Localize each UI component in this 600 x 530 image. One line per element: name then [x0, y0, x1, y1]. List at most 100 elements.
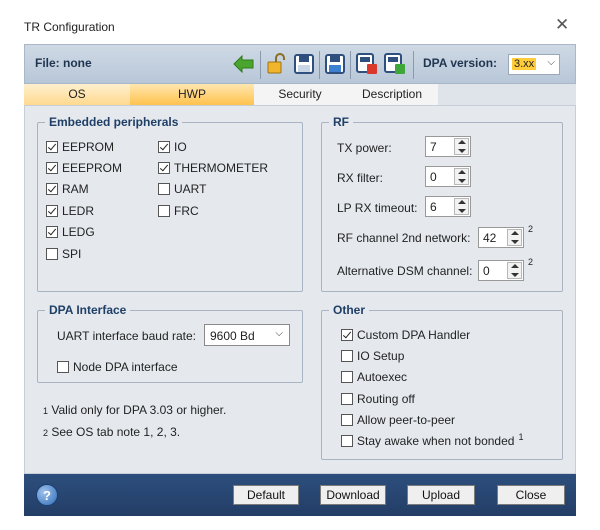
- checkbox-ram[interactable]: RAM: [46, 182, 89, 196]
- toolbar-separator: [319, 51, 320, 79]
- checkbox-box: [46, 205, 58, 217]
- checkbox-label: Autoexec: [357, 370, 408, 384]
- group-title: RF: [329, 115, 353, 129]
- checkbox-ledg[interactable]: LEDG: [46, 225, 95, 239]
- tab-strip: OS HWP Security Description: [24, 84, 576, 105]
- tx-power-spinner[interactable]: 7: [425, 136, 471, 157]
- footnote-1: 1 Valid only for DPA 3.03 or higher.: [43, 403, 226, 417]
- help-icon[interactable]: ?: [36, 484, 58, 506]
- checkbox-label: FRC: [174, 204, 199, 218]
- checkbox-eeeprom[interactable]: EEEPROM: [46, 161, 122, 175]
- checkbox-box: [57, 361, 69, 373]
- footnote-marker: 2: [528, 224, 534, 234]
- alt-dsm-spinner[interactable]: 0: [478, 260, 524, 281]
- lp-rx-timeout-spinner[interactable]: 6: [425, 196, 471, 217]
- close-icon[interactable]: ✕: [555, 16, 569, 33]
- checkbox-label: SPI: [62, 247, 82, 261]
- checkbox-uart[interactable]: UART: [158, 182, 206, 196]
- default-button[interactable]: Default: [233, 485, 299, 505]
- group-title: DPA Interface: [45, 303, 131, 317]
- checkbox-box: [46, 248, 58, 260]
- download-button[interactable]: Download: [320, 485, 386, 505]
- footnote-text: Valid only for DPA 3.03 or higher.: [51, 403, 227, 417]
- spinner-arrows[interactable]: [507, 229, 522, 246]
- checkbox-label: RAM: [62, 182, 89, 196]
- rf-group: RF TX power: 7 RX filter: 0 LP RX timeou…: [321, 115, 563, 292]
- spinner-arrows[interactable]: [507, 262, 522, 279]
- tab-description[interactable]: Description: [346, 84, 438, 105]
- tab-os[interactable]: OS: [24, 84, 130, 105]
- spinner-value: 6: [430, 200, 437, 214]
- group-title: Other: [329, 303, 370, 317]
- lp-rx-timeout-label: LP RX timeout:: [337, 201, 418, 215]
- select-value: 9600 Bd: [210, 329, 255, 343]
- unlock-icon[interactable]: [263, 51, 289, 77]
- checkbox-label: UART: [174, 182, 207, 196]
- dpa-version-value: 3.xx: [512, 58, 537, 70]
- checkbox-box: [46, 183, 58, 195]
- tab-hwp[interactable]: HWP: [130, 84, 254, 105]
- checkbox-label: LEDR: [62, 204, 95, 218]
- spinner-arrows[interactable]: [454, 198, 469, 215]
- checkbox-label: Stay awake when not bonded: [357, 434, 515, 448]
- tx-power-label: TX power:: [337, 141, 392, 155]
- rx-filter-label: RX filter:: [337, 171, 384, 185]
- chevron-down-icon: ⌵: [547, 57, 555, 68]
- checkbox-box: [341, 350, 353, 362]
- toolbar-separator: [260, 51, 261, 79]
- checkbox-label: Node DPA interface: [73, 360, 178, 374]
- rf-channel-2nd-spinner[interactable]: 42: [478, 227, 524, 248]
- tab-security[interactable]: Security: [254, 84, 346, 105]
- checkbox-box: [158, 205, 170, 217]
- checkbox-label: IO Setup: [357, 349, 405, 363]
- checkbox-allow-peer-to-peer[interactable]: Allow peer-to-peer: [341, 413, 455, 427]
- checkbox-box: [341, 329, 353, 341]
- checkbox-thermometer[interactable]: THERMOMETER: [158, 161, 268, 175]
- alt-dsm-label: Alternative DSM channel:: [337, 264, 473, 278]
- rx-filter-spinner[interactable]: 0: [425, 166, 471, 187]
- spinner-value: 7: [430, 140, 437, 154]
- checkbox-io[interactable]: IO: [158, 140, 187, 154]
- spinner-arrows[interactable]: [454, 168, 469, 185]
- spinner-arrows[interactable]: [454, 138, 469, 155]
- upload-green-icon[interactable]: [382, 51, 408, 77]
- checkbox-box: [158, 162, 170, 174]
- checkbox-custom-dpa-handler[interactable]: Custom DPA Handler: [341, 328, 470, 342]
- footnote-marker: 2: [528, 257, 534, 267]
- group-title: Embedded peripherals: [45, 115, 183, 129]
- rf-channel-2nd-label: RF channel 2nd network:: [337, 231, 471, 245]
- dpa-interface-group: DPA Interface UART interface baud rate: …: [37, 303, 303, 383]
- baud-rate-label: UART interface baud rate:: [57, 329, 196, 343]
- checkbox-label: LEDG: [62, 225, 95, 239]
- dpa-version-select[interactable]: 3.xx ⌵: [508, 54, 560, 75]
- checkbox-eeprom[interactable]: EEPROM: [46, 140, 114, 154]
- close-button[interactable]: Close: [497, 485, 565, 505]
- baud-rate-select[interactable]: 9600 Bd ⌵: [204, 324, 290, 346]
- checkbox-label: Allow peer-to-peer: [357, 413, 456, 427]
- checkbox-box: [341, 371, 353, 383]
- checkbox-label: EEEPROM: [62, 161, 123, 175]
- checkbox-frc[interactable]: FRC: [158, 204, 199, 218]
- checkbox-ledr[interactable]: LEDR: [46, 204, 94, 218]
- file-label: File: none: [35, 56, 92, 70]
- checkbox-node-dpa-interface[interactable]: Node DPA interface: [57, 360, 178, 374]
- upload-button[interactable]: Upload: [407, 485, 475, 505]
- checkbox-spi[interactable]: SPI: [46, 247, 81, 261]
- checkbox-routing-off[interactable]: Routing off: [341, 392, 415, 406]
- footnote-2: 2 See OS tab note 1, 2, 3.: [43, 425, 180, 439]
- dpa-version-label: DPA version:: [423, 56, 498, 70]
- spinner-value: 42: [483, 231, 497, 245]
- save-as-icon[interactable]: [322, 51, 348, 77]
- checkbox-stay-awake[interactable]: Stay awake when not bonded 1: [341, 432, 524, 448]
- save-icon[interactable]: [291, 51, 317, 77]
- footnote-marker: 2: [43, 428, 49, 438]
- back-arrow-icon[interactable]: [231, 51, 257, 77]
- checkbox-autoexec[interactable]: Autoexec: [341, 370, 407, 384]
- upload-red-icon[interactable]: [354, 51, 380, 77]
- checkbox-io-setup[interactable]: IO Setup: [341, 349, 404, 363]
- checkbox-box: [46, 226, 58, 238]
- checkbox-label: Routing off: [357, 392, 415, 406]
- footnote-text: See OS tab note 1, 2, 3.: [51, 425, 181, 439]
- checkbox-label: IO: [174, 140, 187, 154]
- footnote-marker: 1: [518, 432, 524, 442]
